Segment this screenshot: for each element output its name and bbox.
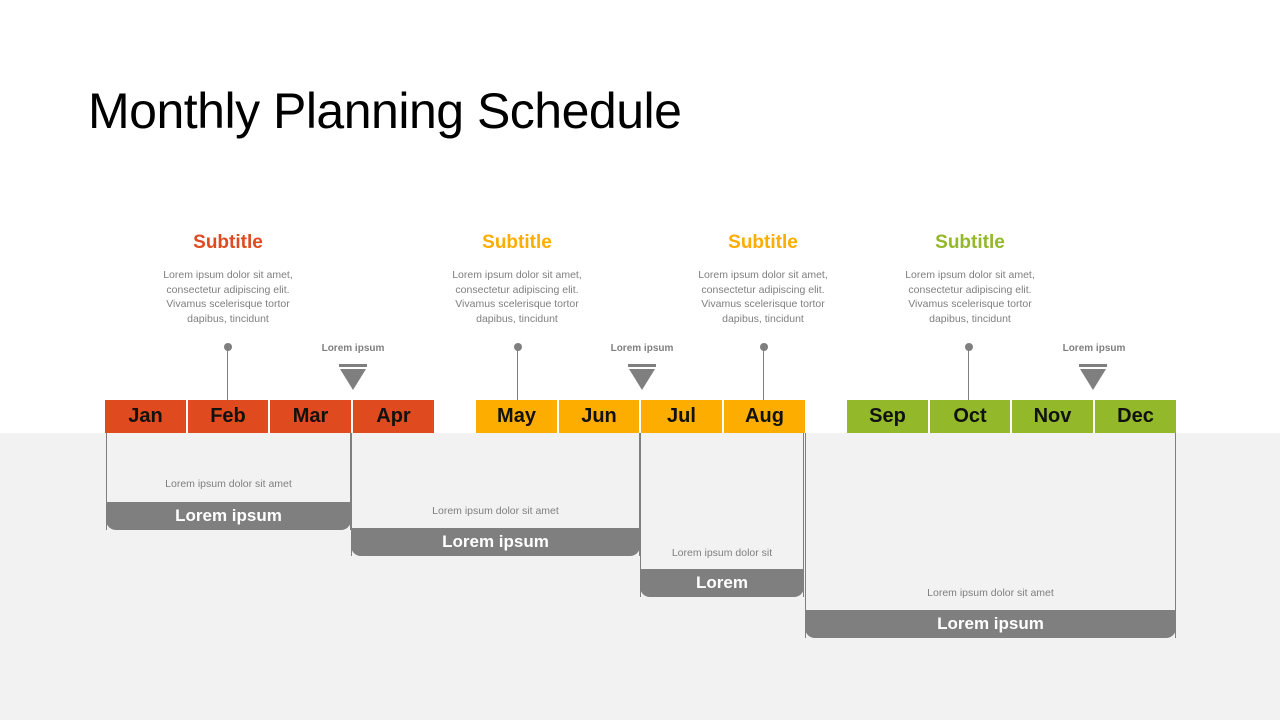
down-triangle-icon [340, 369, 366, 390]
pin-dot-icon [965, 343, 973, 351]
down-triangle-icon [1080, 369, 1106, 390]
description-3: Lorem ipsum dolor sit amet, consectetur … [663, 268, 863, 326]
phase-box-3: Lorem ipsum dolor sit Lorem [640, 433, 804, 597]
month-dec: Dec [1095, 400, 1176, 433]
phase-box-label: Lorem ipsum [351, 528, 640, 556]
desc-line: consectetur adipiscing elit. [908, 283, 1032, 296]
desc-line: Lorem ipsum dolor sit amet, [905, 269, 1035, 281]
pin-line [517, 348, 518, 400]
phase-box-1: Lorem ipsum dolor sit amet Lorem ipsum [106, 433, 351, 530]
marker-bar [628, 364, 656, 367]
marker-label-2: Lorem ipsum [610, 343, 674, 354]
desc-line: Lorem ipsum dolor sit amet, [452, 269, 582, 281]
desc-line: Vivamus scelerisque tortor [455, 298, 579, 310]
phase-box-4: Lorem ipsum dolor sit amet Lorem ipsum [805, 433, 1176, 638]
phase-box-label: Lorem ipsum [805, 610, 1176, 638]
month-aug: Aug [724, 400, 805, 433]
desc-line: Lorem ipsum dolor sit amet, [163, 269, 293, 281]
desc-line: Vivamus scelerisque tortor [908, 298, 1032, 310]
desc-line: dapibus, tincidunt [476, 312, 558, 325]
desc-line: dapibus, tincidunt [929, 312, 1011, 325]
subtitle-4: Subtitle [935, 232, 1005, 253]
desc-line: consectetur adipiscing elit. [701, 283, 825, 296]
month-jun: Jun [559, 400, 639, 433]
desc-line: consectetur adipiscing elit. [166, 283, 290, 296]
phase-box-text: Lorem ipsum dolor sit amet [927, 587, 1054, 599]
month-oct: Oct [930, 400, 1010, 433]
subtitle-2: Subtitle [482, 232, 552, 253]
desc-line: Lorem ipsum dolor sit amet, [698, 269, 828, 281]
description-1: Lorem ipsum dolor sit amet, consectetur … [128, 268, 328, 326]
description-2: Lorem ipsum dolor sit amet, consectetur … [417, 268, 617, 326]
pin-line [763, 348, 764, 400]
pin-dot-icon [760, 343, 768, 351]
subtitle-1: Subtitle [193, 232, 263, 253]
desc-line: dapibus, tincidunt [187, 312, 269, 325]
phase-box-text: Lorem ipsum dolor sit [671, 547, 773, 559]
month-jul: Jul [641, 400, 722, 433]
marker-bar [339, 364, 367, 367]
pin-line [968, 348, 969, 400]
marker-label-3: Lorem ipsum [1062, 343, 1126, 354]
pin-line [227, 348, 228, 400]
desc-line: dapibus, tincidunt [722, 312, 804, 325]
marker-label-1: Lorem ipsum [321, 343, 385, 354]
phase-box-2: Lorem ipsum dolor sit amet Lorem ipsum [351, 433, 640, 556]
description-4: Lorem ipsum dolor sit amet, consectetur … [870, 268, 1070, 326]
marker-bar [1079, 364, 1107, 367]
month-jan: Jan [105, 400, 186, 433]
page-title: Monthly Planning Schedule [88, 83, 682, 139]
desc-line: consectetur adipiscing elit. [455, 283, 579, 296]
desc-line: Vivamus scelerisque tortor [701, 298, 825, 310]
phase-box-text: Lorem ipsum dolor sit amet [432, 505, 559, 517]
month-may: May [476, 400, 557, 433]
pin-dot-icon [514, 343, 522, 351]
month-mar: Mar [270, 400, 351, 433]
month-apr: Apr [353, 400, 434, 433]
phase-box-text: Lorem ipsum dolor sit amet [165, 478, 292, 490]
month-feb: Feb [188, 400, 268, 433]
phase-box-label: Lorem ipsum [106, 502, 351, 530]
down-triangle-icon [629, 369, 655, 390]
phase-box-label: Lorem [640, 569, 804, 597]
month-nov: Nov [1012, 400, 1093, 433]
desc-line: Vivamus scelerisque tortor [166, 298, 290, 310]
month-sep: Sep [847, 400, 928, 433]
subtitle-3: Subtitle [728, 232, 798, 253]
pin-dot-icon [224, 343, 232, 351]
